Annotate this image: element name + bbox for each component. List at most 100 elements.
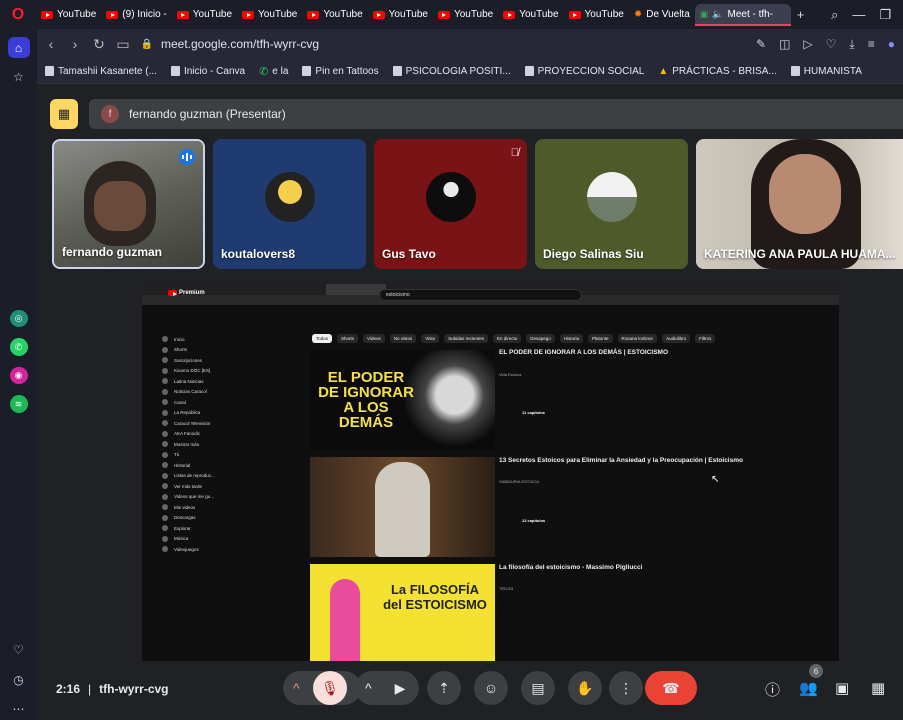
search-tabs-icon[interactable]: ⌕ <box>831 7 838 23</box>
participant-tile[interactable]: koutalovers8 <box>213 139 366 269</box>
whatsapp-icon[interactable]: ✆ <box>9 338 28 356</box>
tab-youtube[interactable]: (9) Inicio - <box>101 4 171 26</box>
activities-icon[interactable]: ▦ <box>871 679 885 697</box>
shared-filter-chip: Rosana lonknor <box>617 334 658 343</box>
youtube-icon <box>307 10 320 19</box>
participant-tile[interactable]: Diego Salinas Siu <box>535 139 688 269</box>
edit-icon[interactable]: ✎ <box>756 37 766 52</box>
bookmark-item[interactable]: Inicio - Canva <box>170 66 245 77</box>
tab-youtube[interactable]: YouTube <box>564 4 629 26</box>
people-count-badge: 6 <box>809 664 823 678</box>
favicon-icon: ✹ <box>633 9 643 20</box>
youtube-icon <box>437 10 450 19</box>
camera-icon[interactable]: ◫ <box>779 37 790 52</box>
video-title: 13 Secretos Estoicos para Eliminar la An… <box>499 457 743 464</box>
restore-icon[interactable]: ❐ <box>879 7 891 23</box>
shared-sidebar-item: Tú <box>162 450 242 461</box>
favorite-icon[interactable]: ♡ <box>826 37 837 52</box>
tab-de-vuelta[interactable]: ✹ De Vuelta <box>629 4 695 26</box>
phone-hangup-icon: ☎ <box>662 679 680 696</box>
channel-icon <box>162 399 168 406</box>
channel-icon <box>162 430 168 437</box>
channel-icon <box>162 451 168 458</box>
captions-button[interactable]: ▤ <box>521 671 555 705</box>
speaker-icon: 🔈 <box>712 9 724 19</box>
chat-icon[interactable]: ▣ <box>835 679 849 697</box>
opera-logo-icon[interactable]: O <box>0 0 36 29</box>
channel-icon <box>162 546 168 553</box>
channel-icon <box>162 336 168 343</box>
more-icon[interactable]: ⋯ <box>8 699 30 720</box>
menu-icon[interactable]: ≡ <box>868 37 875 52</box>
bookmarks-bar: Tamashii Kasanete (... Inicio - Canva ✆ e… <box>37 59 903 84</box>
url-field[interactable]: meet.google.com/tfh-wyrr-cvg <box>161 37 756 51</box>
home-icon[interactable]: ⌂ <box>7 37 30 59</box>
send-icon[interactable]: ▷ <box>803 37 812 52</box>
bookmark-item[interactable]: HUMANISTA <box>790 66 862 77</box>
video-thumbnail <box>310 457 495 557</box>
reactions-button[interactable]: ☺ <box>474 671 508 705</box>
bookmark-item[interactable]: ✆ e la <box>259 65 288 78</box>
spotify-icon[interactable]: ≋ <box>9 395 28 413</box>
mic-off-icon: 🎙̸ <box>510 147 519 159</box>
shared-sidebar-item: Mostrar más <box>162 439 242 450</box>
history-icon[interactable]: ◷ <box>8 669 30 690</box>
page-icon <box>524 66 534 76</box>
back-icon[interactable]: ‹ <box>39 36 63 52</box>
shared-filter-chip: No vistos <box>389 334 417 343</box>
tab-youtube[interactable]: YouTube <box>172 4 237 26</box>
bookmark-item[interactable]: Tamashii Kasanete (... <box>45 66 157 77</box>
bookmark-item[interactable]: PSICOLOGIA POSITI... <box>392 66 511 77</box>
tab-youtube[interactable]: YouTube <box>368 4 433 26</box>
presenting-icon[interactable]: ▦ <box>50 99 78 129</box>
tab-youtube[interactable]: YouTube <box>498 4 563 26</box>
drive-icon: ▲ <box>658 65 669 77</box>
participant-tile[interactable]: fernando guzman <box>52 139 205 269</box>
leave-call-button[interactable]: ☎ <box>645 671 697 705</box>
snapshot-icon[interactable]: ▭ <box>111 36 135 53</box>
star-icon[interactable]: ☆ <box>8 66 30 87</box>
instagram-icon[interactable]: ◉ <box>9 366 28 385</box>
new-tab-button[interactable]: + <box>797 7 805 22</box>
meeting-details-icon[interactable]: ⓘ <box>765 679 780 700</box>
tab-youtube[interactable]: YouTube <box>36 4 101 26</box>
mic-toggle-button[interactable]: 🎙 <box>313 671 347 705</box>
bookmark-item[interactable]: ▲ PRÁCTICAS - BRISA... <box>658 66 776 77</box>
channel-icon <box>162 535 168 542</box>
shared-filter-chip: Filtros <box>695 334 716 343</box>
profile-icon[interactable]: ● <box>888 37 895 52</box>
aria-icon[interactable]: ◎ <box>9 309 28 328</box>
tab-youtube[interactable]: YouTube <box>302 4 367 26</box>
heart-icon[interactable]: ♡ <box>8 640 30 661</box>
participant-tile[interactable]: 🎙̸ Gus Tavo <box>374 139 527 269</box>
channel-icon <box>162 493 168 500</box>
youtube-icon <box>372 10 385 19</box>
video-thumbnail: La FILOSOFÍA del ESTOICISMO <box>310 564 495 661</box>
tab-youtube[interactable]: YouTube <box>433 4 498 26</box>
raise-hand-button[interactable]: ✋ <box>568 671 602 705</box>
bookmark-item[interactable]: PROYECCION SOCIAL <box>524 66 644 77</box>
shared-sidebar-item: Latina Noticias <box>162 376 242 387</box>
bookmark-item[interactable]: Pin en Tattoos <box>302 66 379 77</box>
participant-tile[interactable]: KATERING ANA PAULA HUAMA... <box>696 139 903 269</box>
shared-filter-chip: Videos <box>363 334 385 343</box>
present-button[interactable]: ⇡ <box>427 671 461 705</box>
people-icon[interactable]: 👥 <box>799 679 818 697</box>
participant-name: fernando guzman <box>62 245 163 259</box>
reload-icon[interactable]: ↻ <box>87 36 111 53</box>
shared-sidebar-item: AKA Fanodic <box>162 429 242 440</box>
tab-meet[interactable]: ▣ 🔈 Meet - tfh- <box>694 3 791 26</box>
separator: | <box>88 682 92 696</box>
more-options-button[interactable]: ⋮ <box>609 671 643 705</box>
forward-icon[interactable]: › <box>63 36 87 52</box>
camera-toggle-button[interactable]: ▶ <box>383 671 417 705</box>
shared-sidebar-item: Listas de reproduc... <box>162 471 242 482</box>
youtube-icon <box>503 10 516 19</box>
download-icon[interactable]: ⤓ <box>849 37 854 52</box>
channel-icon <box>162 388 168 395</box>
presenter-bar[interactable]: f fernando guzman (Presentar) <box>89 99 903 129</box>
video-channel: TED-Ed <box>499 586 514 591</box>
channel-icon <box>162 367 168 374</box>
minimize-icon[interactable]: — <box>852 7 865 23</box>
tab-youtube[interactable]: YouTube <box>237 4 302 26</box>
